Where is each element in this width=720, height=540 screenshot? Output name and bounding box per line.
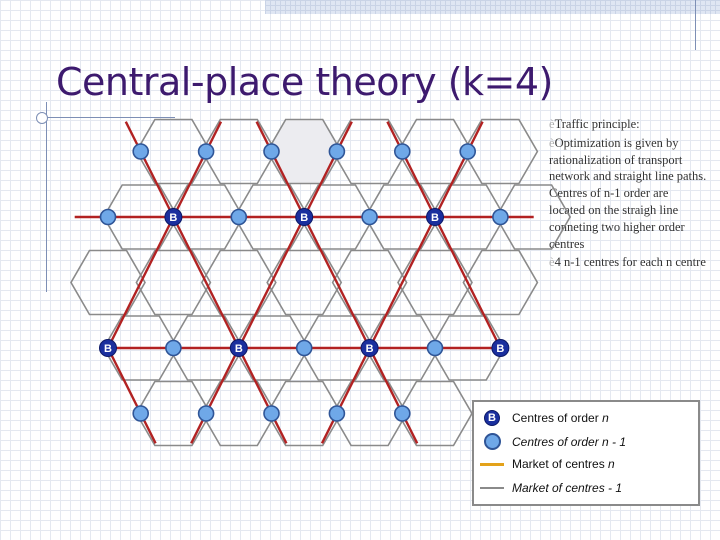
market-hex xyxy=(462,249,539,316)
centre-order-n1 xyxy=(393,143,411,160)
legend-item-centres-n1: Centres of order n - 1 xyxy=(480,432,626,452)
centre-order-n1 xyxy=(426,339,444,357)
centre-order-n-label: B xyxy=(431,212,439,224)
market-n1-line-icon xyxy=(480,487,504,489)
centre-n-icon: B xyxy=(484,410,500,426)
legend-label: Centres of order n - 1 xyxy=(512,435,627,449)
centre-order-n1 xyxy=(492,208,509,226)
market-hex xyxy=(70,249,146,316)
hex-market-layer xyxy=(70,118,572,447)
legend-item-market-n: Market of centres n xyxy=(480,454,615,474)
centre-order-n: B xyxy=(229,339,248,357)
centre-order-n-label: B xyxy=(496,343,504,355)
centre-order-n1 xyxy=(328,143,346,160)
centre-order-n1 xyxy=(197,405,215,422)
centre-order-n1 xyxy=(165,339,182,357)
centre-order-n1 xyxy=(361,208,378,226)
market-hex xyxy=(397,249,473,316)
centres-layer: B B B B B B B xyxy=(99,143,510,422)
legend-label: Centres of order xyxy=(512,411,599,425)
market-hex xyxy=(331,249,408,316)
centre-order-n-label: B xyxy=(300,212,308,224)
market-hex xyxy=(135,249,212,316)
centre-order-n1 xyxy=(393,405,411,422)
legend-label-suffix: n xyxy=(602,411,609,425)
centre-order-n1 xyxy=(132,405,149,422)
market-hex xyxy=(266,249,343,316)
centre-order-n1 xyxy=(230,208,248,226)
centre-order-n1 xyxy=(263,143,280,160)
legend: B Centres of order n Centres of order n … xyxy=(472,400,700,506)
centre-order-n: B xyxy=(295,208,314,226)
centre-order-n: B xyxy=(99,339,117,357)
centre-order-n-label: B xyxy=(169,212,177,224)
centre-order-n-label: B xyxy=(104,343,112,355)
centre-order-n1 xyxy=(328,405,346,422)
centre-order-n1 xyxy=(99,208,117,226)
legend-item-centres-n: B Centres of order n xyxy=(480,408,609,428)
centre-order-n1 xyxy=(263,405,280,422)
legend-label: Market of centres xyxy=(512,457,605,471)
centre-order-n1 xyxy=(197,143,215,160)
centre-order-n: B xyxy=(491,339,510,357)
centre-order-n-label: B xyxy=(235,343,243,355)
centre-n1-icon xyxy=(484,433,501,450)
centre-order-n-label: B xyxy=(366,343,374,355)
centre-order-n: B xyxy=(164,208,183,226)
centre-order-n1 xyxy=(295,339,313,357)
centre-order-n1 xyxy=(459,143,477,160)
centre-order-n: B xyxy=(426,208,444,226)
legend-item-market-n1: Market of centres - 1 xyxy=(480,478,622,498)
legend-label-suffix: n xyxy=(608,457,615,471)
market-hex xyxy=(200,249,277,316)
market-n-line-icon xyxy=(480,463,504,466)
legend-label: Market of centres - 1 xyxy=(512,481,623,495)
centre-order-n: B xyxy=(360,339,379,357)
centre-order-n1 xyxy=(132,143,149,160)
